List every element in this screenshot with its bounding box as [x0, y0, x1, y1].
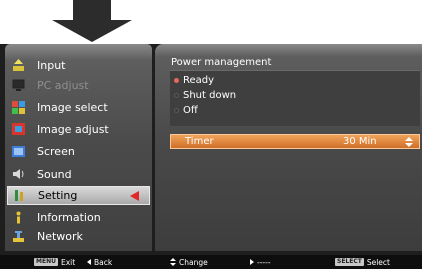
projector-osd: Input PC adjust Image select Image adjus… — [0, 44, 422, 269]
selection-pointer-icon — [130, 191, 139, 201]
up-down-spinner-icon[interactable] — [405, 137, 413, 147]
menu-item-label: Input — [37, 58, 66, 72]
menu-item-pc-adjust[interactable]: PC adjust — [7, 75, 150, 95]
setting-icon — [12, 189, 26, 202]
menu-item-image-select[interactable]: Image select — [7, 97, 150, 117]
option-off[interactable]: Off — [174, 105, 198, 116]
radio-selected-icon — [174, 78, 179, 83]
menu-item-label: Network — [37, 229, 83, 243]
menu-item-label: Sound — [37, 167, 72, 181]
menu-item-setting[interactable]: Setting — [7, 186, 150, 205]
menu-item-sound[interactable]: Sound — [7, 164, 150, 184]
main-menu: Input PC adjust Image select Image adjus… — [5, 44, 152, 251]
timer-label: Timer — [185, 136, 214, 147]
radio-unselected-icon — [174, 108, 179, 113]
next-hint: ----- — [250, 258, 271, 267]
menu-item-information[interactable]: Information — [7, 207, 150, 227]
option-shut-down[interactable]: Shut down — [174, 90, 236, 101]
menu-item-screen[interactable]: Screen — [7, 141, 150, 161]
exit-hint: MENU Exit — [34, 258, 75, 267]
pc-adjust-icon — [11, 79, 25, 92]
select-key: SELECT — [335, 258, 364, 266]
menu-item-label: Setting — [38, 189, 78, 202]
menu-item-input[interactable]: Input — [7, 55, 150, 75]
down-arrow-icon — [52, 0, 132, 42]
menu-item-label: Information — [37, 210, 101, 224]
option-ready[interactable]: Ready — [174, 75, 214, 86]
up-down-arrows-icon — [170, 258, 176, 266]
image-adjust-icon — [11, 123, 25, 136]
next-label: ----- — [257, 257, 271, 267]
timer-value: 30 Min — [343, 136, 377, 147]
option-label: Shut down — [183, 90, 237, 101]
image-select-icon — [11, 100, 25, 114]
power-management-panel: Power management Ready Shut down Off Tim… — [155, 44, 422, 251]
menu-item-label: Image select — [37, 100, 108, 114]
sound-icon — [11, 168, 25, 181]
option-label: Ready — [183, 75, 215, 86]
right-arrow-icon — [250, 259, 254, 265]
screen-icon — [11, 145, 25, 158]
menu-item-label: Screen — [37, 144, 75, 158]
change-label: Change — [179, 257, 208, 267]
information-icon — [11, 211, 25, 224]
network-icon — [11, 230, 25, 243]
exit-label: Exit — [60, 257, 76, 267]
input-icon — [11, 58, 25, 72]
select-hint: SELECT Select — [335, 258, 390, 267]
power-options-list: Ready Shut down Off — [170, 70, 420, 126]
radio-unselected-icon — [174, 93, 179, 98]
back-label: Back — [94, 257, 113, 267]
option-label: Off — [183, 105, 198, 116]
menu-key: MENU — [34, 258, 58, 266]
timer-row[interactable]: Timer 30 Min — [170, 134, 420, 149]
back-hint: Back — [87, 258, 112, 267]
select-label: Select — [366, 257, 390, 267]
change-hint: Change — [170, 258, 208, 267]
menu-item-network[interactable]: Network — [7, 226, 150, 246]
menu-item-label: Image adjust — [37, 122, 109, 136]
menu-item-image-adjust[interactable]: Image adjust — [7, 119, 150, 139]
menu-item-label: PC adjust — [37, 78, 89, 92]
panel-title: Power management — [171, 57, 272, 68]
left-arrow-icon — [87, 259, 91, 265]
footer-hints: MENU Exit Back Change ----- SELECT Selec… — [0, 255, 422, 269]
